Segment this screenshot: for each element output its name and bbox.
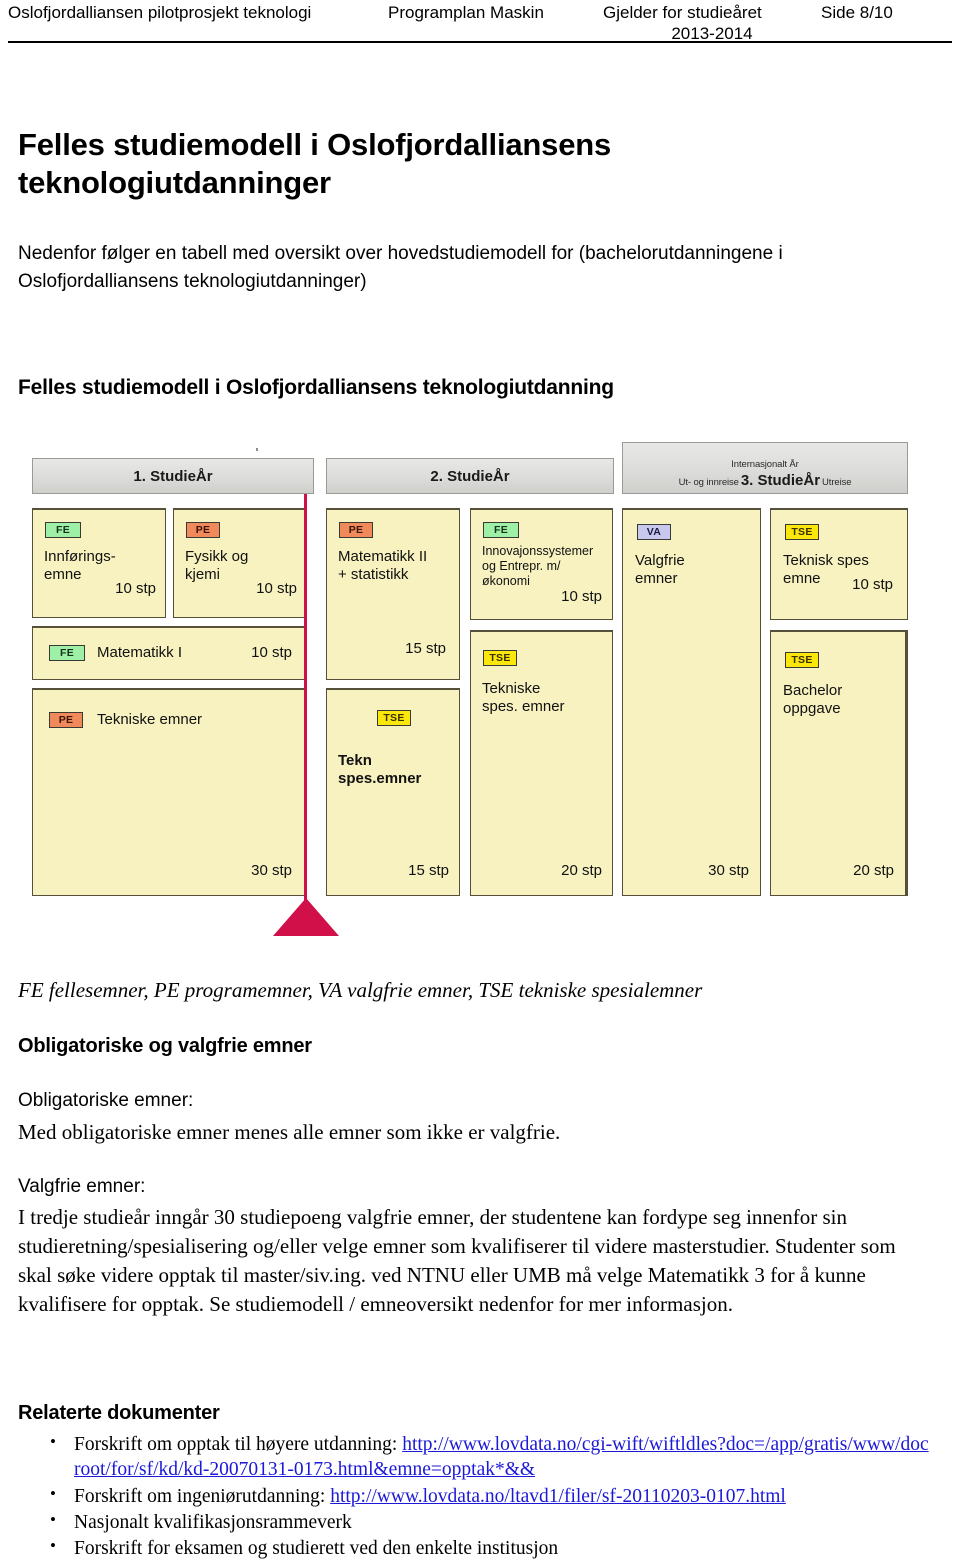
course-box-innovasjonssystemer: FE Innovajonssystemer og Entrepr. m/ øko… [470,508,613,620]
course-title: Tekniske spes. emner [482,680,565,715]
year-bar-1-label: 1. StudieÅr [133,467,213,485]
course-box-bacheloroppgave: TSE Bachelor oppgave 20 stp [770,630,908,896]
course-box-teknisk-spes-emne: TSE Teknisk spes emne 10 stp [770,508,908,620]
header-left-text: Oslofjordalliansen pilotprosjekt teknolo… [8,3,312,22]
tag-tse: TSE [785,524,819,540]
intro-paragraph: Nedenfor følger en tabell med oversikt o… [18,243,783,292]
related-documents-list: Forskrift om opptak til høyere utdanning… [34,1431,934,1563]
page-header-row: Oslofjordalliansen pilotprosjekt teknolo… [8,0,952,45]
diagram-heading: Felles studiemodell i Oslofjordalliansen… [18,376,614,399]
course-box-matematikk-2: PE Matematikk II + statistikk 15 stp [326,508,460,680]
header-validity-label: Gjelder for studieåret [603,3,762,22]
label-valgfrie-emner: Valgfrie emner: [18,1176,146,1197]
tag-tse: TSE [377,710,411,726]
paragraph-valgfrie-emner: I tredje studieår inngår 30 studiepoeng … [18,1205,896,1316]
course-credits: 10 stp [256,580,297,597]
course-credits: 20 stp [561,862,602,879]
year-bar-1: 1. StudieÅr [32,458,314,494]
list-item: Forskrift for eksamen og studierett ved … [50,1535,934,1561]
tag-fe: FE [49,645,85,661]
course-box-valgfrie-emner: VA Valgfrie emner 30 stp [622,508,761,896]
tag-fe: FE [483,522,519,538]
related-documents-heading: Relaterte dokumenter [18,1402,220,1424]
page-header: Oslofjordalliansen pilotprosjekt teknolo… [8,0,952,45]
course-credits: 20 stp [853,862,894,879]
diagram-legend: FE fellesemner, PE programemner, VA valg… [18,978,703,1002]
year-bar-3-label: 3. StudieÅr [740,472,821,489]
course-title: Matematikk I [97,644,183,661]
year-bar-3-right-note: Utreise [822,477,852,488]
tag-pe: PE [339,522,373,538]
course-title: Innovajonssystemer og Entrepr. m/ økonom… [482,544,594,588]
list-item: Nasjonalt kvalifikasjonsrammeverk [50,1509,934,1535]
tag-fe: FE [45,522,81,538]
tag-tse: TSE [483,650,517,666]
list-item-text: Forskrift om opptak til høyere utdanning… [74,1434,403,1455]
list-item-text: Forskrift for eksamen og studierett ved … [74,1538,559,1560]
course-title: Bachelor oppgave [783,682,843,717]
course-box-tekniske-spes-emner: TSE Tekniske spes. emner 20 stp [470,630,613,896]
course-title: Matematikk II + statistikk [338,548,428,583]
course-credits: 10 stp [852,576,893,593]
label-obligatoriske-emner: Obligatoriske emner: [18,1090,194,1111]
course-credits: 30 stp [708,862,749,879]
course-title: Fysikk og kjemi [185,548,249,583]
year-bar-3-left-note: Ut- og innreise [678,477,739,488]
year-bar-3: Internasjonalt År Ut- og innreise 3. Stu… [622,442,908,494]
international-year-label: Internasjonalt År [731,459,799,470]
tag-tse: TSE [785,652,819,668]
course-credits: 10 stp [251,644,292,661]
progress-arrow-head [273,898,339,936]
course-title: Tekn spes.emner [338,752,422,787]
stray-mark [256,448,258,451]
study-model-diagram: 1. StudieÅr 2. StudieÅr Internasjonalt Å… [18,432,908,942]
header-page-number: Side 8/10 [821,3,893,22]
course-box-matematikk-1: FE Matematikk I 10 stp [32,626,307,680]
course-credits: 10 stp [561,588,602,605]
progress-arrow-line [304,494,307,906]
course-box-innforingsemne: FE Innførings- emne 10 stp [32,508,166,618]
header-validity: Gjelder for studieåret 2013-2014 [603,2,821,45]
section-heading-obligatoriske-valgfrie: Obligatoriske og valgfrie emner [18,1035,312,1057]
page-title: Felles studiemodell i Oslofjordalliansen… [18,127,612,200]
course-credits: 30 stp [251,862,292,879]
course-box-tekniske-emner: PE Tekniske emner 30 stp [32,688,307,896]
year-bar-2-label: 2. StudieÅr [430,467,510,485]
course-title: Tekniske emner [97,711,203,728]
header-center-text: Programplan Maskin [388,3,544,22]
list-item: Forskrift om opptak til høyere utdanning… [50,1431,934,1483]
list-item: Forskrift om ingeniørutdanning: http://w… [50,1483,934,1509]
course-title: Valgfrie emner [635,552,685,587]
header-divider [8,41,952,43]
course-title: Innførings- emne [44,548,116,583]
list-item-text: Nasjonalt kvalifikasjonsrammeverk [74,1512,352,1534]
year-bar-2: 2. StudieÅr [326,458,614,494]
paragraph-obligatoriske-emner: Med obligatoriske emner menes alle emner… [18,1120,561,1144]
list-item-link[interactable]: http://www.lovdata.no/ltavd1/filer/sf-20… [330,1486,786,1507]
course-credits: 10 stp [115,580,156,597]
course-credits: 15 stp [405,640,446,657]
tag-pe: PE [186,522,220,538]
year-bar-3-row: Ut- og innreise 3. StudieÅr Utreise [623,472,907,489]
tag-va: VA [637,524,671,540]
list-item-text: Forskrift om ingeniørutdanning: [74,1485,331,1507]
course-box-fysikk-kjemi: PE Fysikk og kjemi 10 stp [173,508,307,618]
course-box-tekn-spes-emner-y2: TSE Tekn spes.emner 15 stp [326,688,460,896]
tag-pe: PE [49,712,83,728]
course-credits: 15 stp [408,862,449,879]
